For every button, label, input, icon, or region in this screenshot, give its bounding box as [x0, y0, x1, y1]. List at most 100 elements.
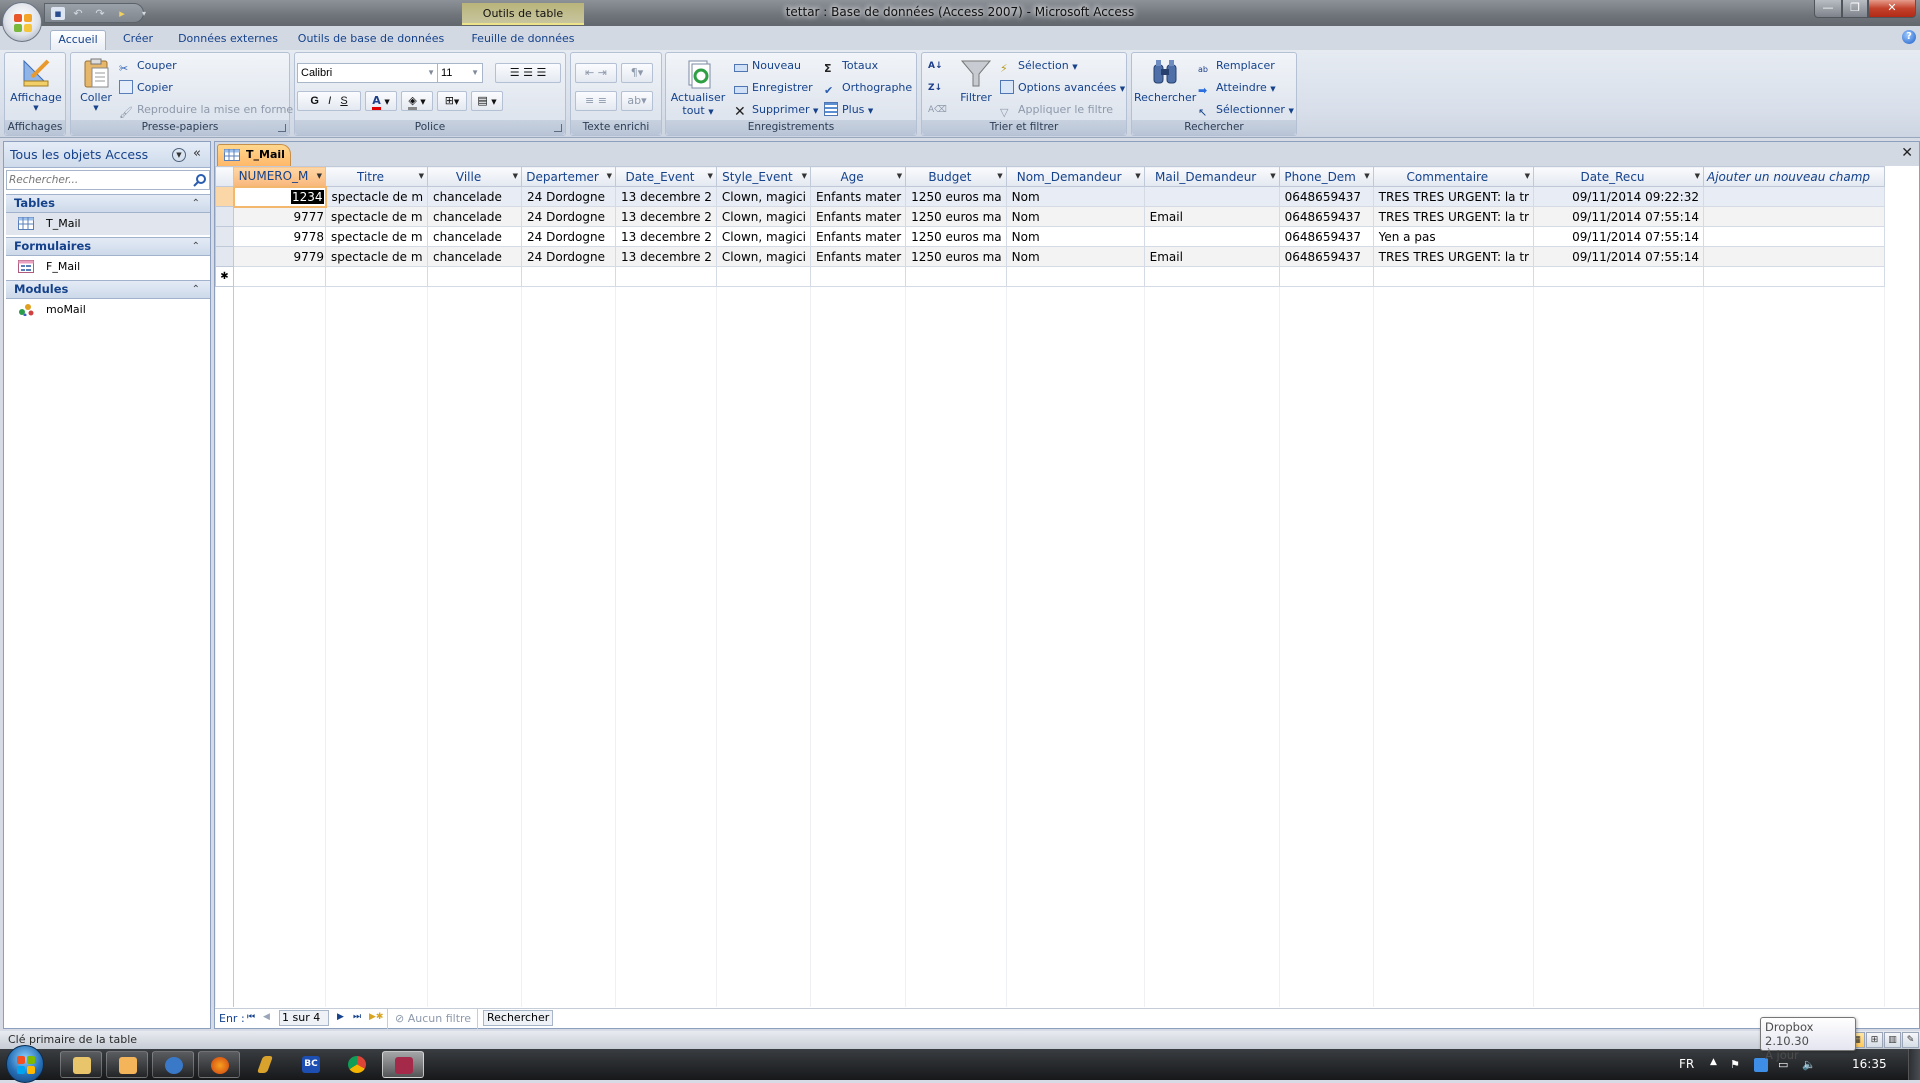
- chevron-down-icon[interactable]: ▼: [1270, 172, 1275, 180]
- taskbar-outlook[interactable]: [106, 1051, 148, 1078]
- table-cell[interactable]: 09/11/2014 09:22:32: [1533, 186, 1704, 207]
- table-cell[interactable]: [715, 266, 811, 287]
- record-selector[interactable]: [215, 246, 234, 267]
- table-cell[interactable]: chancelade: [427, 206, 523, 227]
- column-header[interactable]: Ville ▼: [427, 166, 523, 187]
- taskbar-thunderbird[interactable]: [152, 1051, 194, 1078]
- chevron-down-icon[interactable]: ▼: [419, 172, 424, 180]
- nav-title[interactable]: Tous les objets Access: [10, 147, 148, 162]
- chevron-down-icon[interactable]: ▼: [1364, 172, 1369, 180]
- view-button[interactable]: Affichage ▼: [9, 57, 63, 112]
- table-cell[interactable]: Nom: [1005, 246, 1145, 267]
- tab-donnees-externes[interactable]: Données externes: [172, 30, 284, 50]
- table-cell[interactable]: [521, 266, 617, 287]
- new-row-marker[interactable]: ✱: [215, 266, 234, 287]
- paste-button[interactable]: Coller ▼: [75, 57, 117, 112]
- chevron-down-icon[interactable]: ▼: [172, 148, 186, 162]
- redo-icon[interactable]: ↷: [93, 7, 107, 20]
- close-button[interactable]: ✕: [1868, 0, 1916, 18]
- column-header[interactable]: Style_Event ▼: [715, 166, 811, 187]
- column-header[interactable]: NUMERO_M ▼: [233, 166, 326, 187]
- table-cell[interactable]: 24 Dordogne: [521, 246, 617, 267]
- next-record-icon[interactable]: ▶: [337, 1012, 344, 1022]
- sort-ascending-icon[interactable]: A↓: [928, 57, 943, 75]
- record-selector[interactable]: [215, 186, 234, 207]
- column-header[interactable]: Nom_Demandeur ▼: [1005, 166, 1145, 187]
- nav-item-t-mail[interactable]: T_Mail: [6, 213, 210, 235]
- save-icon[interactable]: ▪: [51, 7, 65, 20]
- tab-outils-base[interactable]: Outils de base de données: [292, 30, 450, 50]
- table-cell[interactable]: [615, 266, 717, 287]
- last-record-icon[interactable]: ⏭: [353, 1012, 361, 1022]
- table-cell[interactable]: [324, 266, 429, 287]
- clock[interactable]: 16:35: [1852, 1057, 1887, 1071]
- delete-record-button[interactable]: ✕ Supprimer ▼: [734, 101, 818, 119]
- gridlines-button[interactable]: ⊞▼: [437, 91, 467, 111]
- new-record-icon[interactable]: ▶✱: [369, 1012, 383, 1022]
- design-view-icon[interactable]: ✎: [1902, 1032, 1919, 1048]
- clear-sort-icon[interactable]: A⌫: [928, 101, 947, 119]
- selection-filter-button[interactable]: ⚡ Sélection ▼: [1000, 57, 1078, 75]
- refresh-all-button[interactable]: Actualiser tout ▼: [670, 57, 726, 117]
- no-filter-button[interactable]: ⊘ Aucun filtre: [395, 1012, 471, 1025]
- table-cell[interactable]: 09/11/2014 07:55:14: [1533, 246, 1704, 267]
- add-field-cell[interactable]: [1702, 226, 1886, 247]
- column-header[interactable]: Date_Recu ▼: [1533, 166, 1704, 187]
- chevron-down-icon[interactable]: ▼: [897, 172, 902, 180]
- highlight-button[interactable]: ab▾: [621, 91, 653, 111]
- table-cell[interactable]: 9779: [233, 246, 326, 267]
- italic-button[interactable]: I: [328, 95, 331, 107]
- chevron-down-icon[interactable]: ▼: [802, 172, 807, 180]
- table-cell[interactable]: 24 Dordogne: [521, 206, 617, 227]
- chevron-down-icon[interactable]: ▼: [607, 172, 612, 180]
- table-row[interactable]: 9779 spectacle de m chancelade 24 Dordogne 1…: [215, 246, 1886, 267]
- find-button[interactable]: Rechercher: [1134, 57, 1196, 104]
- nav-item-momail[interactable]: moMail: [6, 299, 210, 321]
- start-button[interactable]: [6, 1045, 44, 1083]
- tab-feuille-donnees[interactable]: Feuille de données: [462, 30, 584, 50]
- spelling-button[interactable]: ✔ Orthographe: [824, 79, 912, 97]
- table-cell[interactable]: [1143, 186, 1280, 207]
- taskbar-bc[interactable]: BC: [290, 1051, 332, 1078]
- table-row[interactable]: 1234 spectacle de m chancelade 24 Dordogne 1…: [215, 185, 1886, 208]
- table-cell[interactable]: Email: [1143, 206, 1280, 227]
- totals-button[interactable]: Σ Totaux: [824, 57, 878, 75]
- table-cell[interactable]: 0648659437: [1278, 246, 1374, 267]
- table-cell[interactable]: [1143, 266, 1280, 287]
- first-record-icon[interactable]: ⏮: [247, 1012, 255, 1022]
- taskbar-chrome[interactable]: [336, 1051, 378, 1078]
- taskbar-explorer[interactable]: [60, 1051, 102, 1078]
- language-indicator[interactable]: FR: [1679, 1057, 1694, 1071]
- table-cell[interactable]: 1234: [232, 185, 327, 208]
- filter-button[interactable]: Filtrer: [954, 57, 998, 104]
- table-cell[interactable]: 1250 euros ma: [905, 246, 1007, 267]
- add-field-header[interactable]: Ajouter un nouveau champ: [1702, 166, 1886, 187]
- chevron-down-icon[interactable]: ▼: [997, 172, 1002, 180]
- column-header[interactable]: Phone_Dem ▼: [1278, 166, 1374, 187]
- close-document-icon[interactable]: ✕: [1901, 145, 1913, 161]
- table-cell[interactable]: Clown, magici: [715, 206, 811, 227]
- table-cell[interactable]: spectacle de m: [324, 226, 429, 247]
- advanced-filter-button[interactable]: Options avancées ▼: [1000, 79, 1125, 97]
- show-hidden-icons[interactable]: ▲: [1710, 1057, 1717, 1067]
- table-cell[interactable]: 24 Dordogne: [521, 226, 617, 247]
- collapse-group-icon[interactable]: ⌃: [192, 195, 200, 212]
- font-name-combo[interactable]: Calibri ▼: [297, 63, 439, 83]
- table-cell[interactable]: 0648659437: [1278, 186, 1374, 207]
- column-header[interactable]: Mail_Demandeur ▼: [1143, 166, 1280, 187]
- new-record-button[interactable]: Nouveau: [734, 57, 801, 75]
- table-cell[interactable]: Enfants mater: [809, 206, 907, 227]
- list-buttons[interactable]: ≡ ≡: [575, 91, 617, 111]
- table-row[interactable]: 9778 spectacle de m chancelade 24 Dordogne 1…: [215, 226, 1886, 247]
- table-cell[interactable]: Yen a pas: [1372, 226, 1535, 247]
- tab-accueil[interactable]: Accueil: [50, 30, 106, 50]
- table-cell[interactable]: [905, 266, 1007, 287]
- record-selector[interactable]: [215, 226, 234, 247]
- table-cell[interactable]: 13 decembre 2: [615, 186, 717, 207]
- chevron-down-icon[interactable]: ▼: [513, 172, 518, 180]
- customize-icon[interactable]: ▾: [137, 7, 151, 20]
- table-cell[interactable]: [1702, 266, 1886, 287]
- table-cell[interactable]: Nom: [1005, 226, 1145, 247]
- format-painter-button[interactable]: 🖌 Reproduire la mise en forme: [119, 101, 293, 119]
- apply-filter-button[interactable]: ▽ Appliquer le filtre: [1000, 101, 1113, 119]
